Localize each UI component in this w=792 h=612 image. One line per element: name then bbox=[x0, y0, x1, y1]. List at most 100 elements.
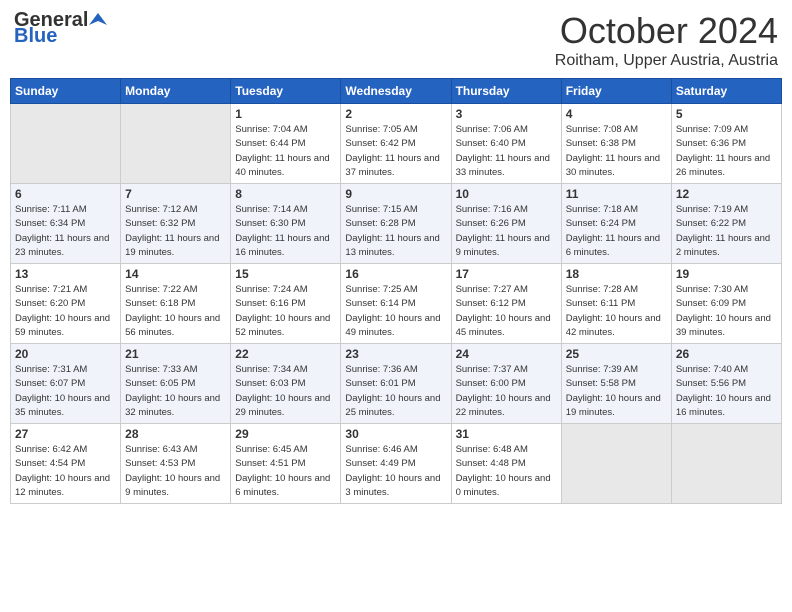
day-info: Sunrise: 7:24 AMSunset: 6:16 PMDaylight:… bbox=[235, 283, 336, 340]
calendar-cell: 13 Sunrise: 7:21 AMSunset: 6:20 PMDayligh… bbox=[11, 264, 121, 344]
day-info-line: Sunset: 6:03 PM bbox=[235, 377, 336, 391]
day-info-line: Daylight: 10 hours and 6 minutes. bbox=[235, 472, 336, 501]
day-info-line: Daylight: 11 hours and 19 minutes. bbox=[125, 232, 226, 261]
day-info-line: Sunrise: 7:30 AM bbox=[676, 283, 777, 297]
day-number: 12 bbox=[676, 187, 777, 201]
day-info-line: Sunrise: 6:45 AM bbox=[235, 443, 336, 457]
calendar-cell: 24Sunrise: 7:37 AMSunset: 6:00 PMDayligh… bbox=[451, 344, 561, 424]
day-info: Sunrise: 7:40 AMSunset: 5:56 PMDaylight:… bbox=[676, 363, 777, 420]
day-info-line: Daylight: 11 hours and 37 minutes. bbox=[345, 152, 446, 181]
calendar-cell: 31Sunrise: 6:48 AMSunset: 4:48 PMDayligh… bbox=[451, 424, 561, 504]
day-info-line: Daylight: 10 hours and 32 minutes. bbox=[125, 392, 226, 421]
day-info-line: Sunrise: 7:37 AM bbox=[456, 363, 557, 377]
day-info-line: Sunset: 4:54 PM bbox=[15, 457, 116, 471]
calendar-cell: 16Sunrise: 7:25 AMSunset: 6:14 PMDayligh… bbox=[341, 264, 451, 344]
day-info: Sunrise: 6:42 AMSunset: 4:54 PMDaylight:… bbox=[15, 443, 116, 500]
day-info: Sunrise: 7:36 AMSunset: 6:01 PMDaylight:… bbox=[345, 363, 446, 420]
calendar-cell: 29Sunrise: 6:45 AMSunset: 4:51 PMDayligh… bbox=[231, 424, 341, 504]
day-info-line: Sunrise: 7:18 AM bbox=[566, 203, 667, 217]
day-info-line: Sunrise: 7:36 AM bbox=[345, 363, 446, 377]
day-info: Sunrise: 7:30 AMSunset: 6:09 PMDaylight:… bbox=[676, 283, 777, 340]
day-info-line: Daylight: 10 hours and 0 minutes. bbox=[456, 472, 557, 501]
day-number: 13 bbox=[15, 267, 116, 281]
col-header-wednesday: Wednesday bbox=[341, 79, 451, 104]
calendar-cell: 11Sunrise: 7:18 AMSunset: 6:24 PMDayligh… bbox=[561, 184, 671, 264]
day-info-line: Daylight: 11 hours and 16 minutes. bbox=[235, 232, 336, 261]
day-info-line: Sunrise: 7:12 AM bbox=[125, 203, 226, 217]
day-info: Sunrise: 7:11 AMSunset: 6:34 PMDaylight:… bbox=[15, 203, 116, 260]
day-info-line: Sunset: 6:40 PM bbox=[456, 137, 557, 151]
day-info-line: Sunrise: 7:40 AM bbox=[676, 363, 777, 377]
calendar-cell: 30Sunrise: 6:46 AMSunset: 4:49 PMDayligh… bbox=[341, 424, 451, 504]
day-info: Sunrise: 7:18 AMSunset: 6:24 PMDaylight:… bbox=[566, 203, 667, 260]
calendar-cell: 4Sunrise: 7:08 AMSunset: 6:38 PMDaylight… bbox=[561, 104, 671, 184]
calendar-header: SundayMondayTuesdayWednesdayThursdayFrid… bbox=[11, 79, 782, 104]
calendar-cell bbox=[671, 424, 781, 504]
day-info-line: Sunset: 6:16 PM bbox=[235, 297, 336, 311]
day-info-line: Sunrise: 7:19 AM bbox=[676, 203, 777, 217]
col-header-monday: Monday bbox=[121, 79, 231, 104]
day-number: 3 bbox=[456, 107, 557, 121]
day-info-line: Daylight: 10 hours and 49 minutes. bbox=[345, 312, 446, 341]
calendar-cell: 20Sunrise: 7:31 AMSunset: 6:07 PMDayligh… bbox=[11, 344, 121, 424]
calendar-cell bbox=[11, 104, 121, 184]
day-info: Sunrise: 7:09 AMSunset: 6:36 PMDaylight:… bbox=[676, 123, 777, 180]
day-info-line: Sunrise: 7:24 AM bbox=[235, 283, 336, 297]
calendar-cell: 17Sunrise: 7:27 AMSunset: 6:12 PMDayligh… bbox=[451, 264, 561, 344]
page-header: General Blue October 2024 Roitham, Upper… bbox=[10, 10, 782, 70]
day-info-line: Daylight: 10 hours and 19 minutes. bbox=[566, 392, 667, 421]
day-number: 23 bbox=[345, 347, 446, 361]
calendar-cell bbox=[121, 104, 231, 184]
day-info-line: Daylight: 10 hours and 25 minutes. bbox=[345, 392, 446, 421]
day-info-line: Sunset: 6:14 PM bbox=[345, 297, 446, 311]
calendar-cell: 27Sunrise: 6:42 AMSunset: 4:54 PMDayligh… bbox=[11, 424, 121, 504]
day-number: 1 bbox=[235, 107, 336, 121]
day-info-line: Sunset: 6:00 PM bbox=[456, 377, 557, 391]
day-info: Sunrise: 7:27 AMSunset: 6:12 PMDaylight:… bbox=[456, 283, 557, 340]
day-info-line: Daylight: 10 hours and 45 minutes. bbox=[456, 312, 557, 341]
day-info-line: Daylight: 11 hours and 9 minutes. bbox=[456, 232, 557, 261]
calendar-cell: 23 Sunrise: 7:36 AMSunset: 6:01 PMDayligh… bbox=[341, 344, 451, 424]
col-header-saturday: Saturday bbox=[671, 79, 781, 104]
day-info-line: Daylight: 11 hours and 2 minutes. bbox=[676, 232, 777, 261]
day-info-line: Sunrise: 6:43 AM bbox=[125, 443, 226, 457]
day-number: 24 bbox=[456, 347, 557, 361]
calendar-cell: 12 Sunrise: 7:19 AMSunset: 6:22 PMDayligh… bbox=[671, 184, 781, 264]
day-info-line: Sunset: 5:58 PM bbox=[566, 377, 667, 391]
day-number: 15 bbox=[235, 267, 336, 281]
day-info: Sunrise: 7:04 AMSunset: 6:44 PMDaylight:… bbox=[235, 123, 336, 180]
day-info-line: Sunset: 4:49 PM bbox=[345, 457, 446, 471]
day-number: 21 bbox=[125, 347, 226, 361]
day-info-line: Sunrise: 7:21 AM bbox=[15, 283, 116, 297]
day-info-line: Sunrise: 7:11 AM bbox=[15, 203, 116, 217]
col-header-tuesday: Tuesday bbox=[231, 79, 341, 104]
day-info: Sunrise: 7:06 AMSunset: 6:40 PMDaylight:… bbox=[456, 123, 557, 180]
day-info-line: Sunset: 5:56 PM bbox=[676, 377, 777, 391]
day-info: Sunrise: 7:14 AMSunset: 6:30 PMDaylight:… bbox=[235, 203, 336, 260]
day-info: Sunrise: 7:12 AMSunset: 6:32 PMDaylight:… bbox=[125, 203, 226, 260]
day-info: Sunrise: 7:21 AMSunset: 6:20 PMDaylight:… bbox=[15, 283, 116, 340]
day-info: Sunrise: 7:22 AMSunset: 6:18 PMDaylight:… bbox=[125, 283, 226, 340]
day-number: 22 bbox=[235, 347, 336, 361]
day-info: Sunrise: 7:28 AMSunset: 6:11 PMDaylight:… bbox=[566, 283, 667, 340]
calendar-cell bbox=[561, 424, 671, 504]
day-number: 14 bbox=[125, 267, 226, 281]
calendar-cell: 3 Sunrise: 7:06 AMSunset: 6:40 PMDaylight… bbox=[451, 104, 561, 184]
day-number: 5 bbox=[676, 107, 777, 121]
day-info-line: Daylight: 10 hours and 9 minutes. bbox=[125, 472, 226, 501]
day-info-line: Daylight: 10 hours and 39 minutes. bbox=[676, 312, 777, 341]
day-info-line: Daylight: 10 hours and 12 minutes. bbox=[15, 472, 116, 501]
day-info: Sunrise: 6:46 AMSunset: 4:49 PMDaylight:… bbox=[345, 443, 446, 500]
day-info-line: Sunrise: 7:22 AM bbox=[125, 283, 226, 297]
day-number: 4 bbox=[566, 107, 667, 121]
day-number: 29 bbox=[235, 427, 336, 441]
day-info-line: Daylight: 10 hours and 59 minutes. bbox=[15, 312, 116, 341]
calendar-cell: 25Sunrise: 7:39 AMSunset: 5:58 PMDayligh… bbox=[561, 344, 671, 424]
day-info-line: Sunset: 6:22 PM bbox=[676, 217, 777, 231]
day-info: Sunrise: 7:39 AMSunset: 5:58 PMDaylight:… bbox=[566, 363, 667, 420]
day-info-line: Daylight: 10 hours and 3 minutes. bbox=[345, 472, 446, 501]
calendar-cell: 5 Sunrise: 7:09 AMSunset: 6:36 PMDaylight… bbox=[671, 104, 781, 184]
day-info-line: Daylight: 10 hours and 29 minutes. bbox=[235, 392, 336, 421]
day-info-line: Sunset: 6:36 PM bbox=[676, 137, 777, 151]
day-info-line: Sunset: 6:28 PM bbox=[345, 217, 446, 231]
